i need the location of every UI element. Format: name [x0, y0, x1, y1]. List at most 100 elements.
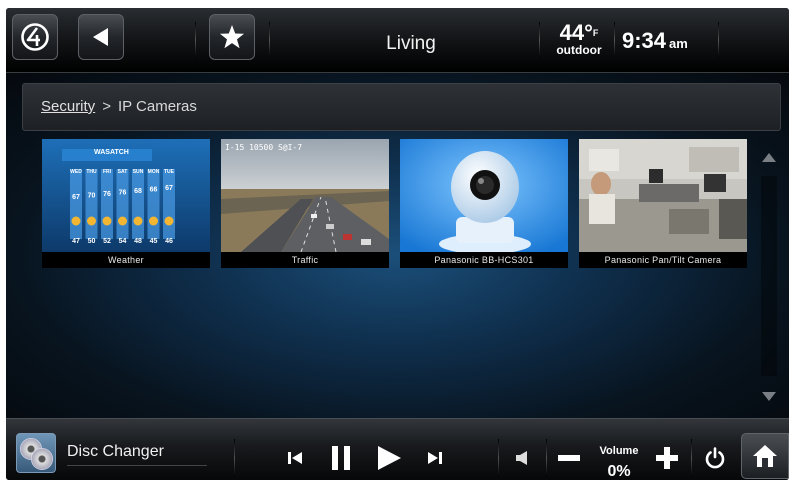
mute-button[interactable]	[510, 441, 534, 475]
forecast-high-label: 67	[72, 194, 80, 201]
divider	[691, 439, 692, 477]
logo-button[interactable]	[12, 14, 58, 60]
camera-label: Panasonic Pan/Tilt Camera	[579, 252, 747, 268]
skip-next-icon	[428, 452, 442, 464]
scroll-up-icon[interactable]	[762, 153, 776, 162]
weather-thumbnail: WED 67 47 THU 70 50 FRI 76 52 SAT 76 54 SUN 68 48 MON 66…	[42, 139, 210, 252]
breadcrumb: Security > IP Cameras	[41, 98, 197, 115]
forecast-low-label: 50	[88, 238, 96, 245]
breadcrumb-security-link[interactable]: Security	[41, 98, 95, 115]
camera-label: Weather	[42, 252, 210, 268]
forecast-high-label: 70	[88, 193, 96, 200]
sun-icon	[149, 216, 158, 226]
sun-icon	[71, 216, 81, 226]
plus-icon	[656, 447, 678, 469]
home-icon	[753, 445, 777, 467]
device-frame: Living 44°F outdoor 9:34 am Security > IP C…	[0, 0, 794, 485]
divider	[234, 439, 235, 477]
forecast-day-label: TUE	[164, 169, 175, 175]
control4-logo-icon	[21, 23, 49, 51]
divider	[539, 22, 540, 58]
camera-tile-panasonic-pan-tilt[interactable]: Panasonic Pan/Tilt Camera	[579, 139, 747, 268]
divider	[498, 439, 499, 477]
source-underline	[67, 465, 207, 466]
forecast-low-label: 46	[165, 238, 173, 245]
forecast-day-label: FRI	[103, 169, 112, 175]
pause-icon	[332, 446, 350, 470]
divider	[614, 22, 615, 58]
panasonic-bb-thumbnail	[400, 139, 568, 252]
room-name[interactable]: Living	[346, 33, 476, 55]
next-track-button[interactable]	[422, 441, 448, 475]
forecast-day-label: WED	[70, 169, 82, 175]
forecast-high-label: 66	[150, 187, 158, 194]
tile-scrollbar[interactable]	[758, 148, 780, 406]
divider	[546, 439, 547, 477]
pause-button[interactable]	[326, 441, 356, 475]
forecast-low-label: 45	[150, 238, 158, 245]
sun-icon	[118, 216, 127, 226]
pan-tilt-thumbnail	[579, 139, 747, 252]
volume-up-button[interactable]	[652, 441, 682, 475]
temperature-label: outdoor	[556, 43, 602, 57]
traffic-overlay: I-15 10500 S@I-7	[225, 143, 303, 152]
forecast-low-label: 48	[134, 238, 142, 245]
forecast-day-label: SAT	[118, 169, 128, 175]
forecast-low-label: 47	[72, 238, 80, 245]
forecast-day-label: SUN	[133, 169, 144, 175]
camera-tile-weather[interactable]: WED 67 47 THU 70 50 FRI 76 52 SAT 76 54 SUN 68 48 MON 66…	[42, 139, 210, 268]
volume-value: 0%	[607, 463, 631, 480]
previous-track-button[interactable]	[282, 441, 308, 475]
back-arrow-icon	[93, 28, 108, 46]
play-button[interactable]	[372, 441, 406, 475]
clock: 9:34 am	[622, 28, 688, 54]
power-button[interactable]	[700, 441, 730, 475]
forecast-low-label: 54	[119, 238, 127, 245]
play-icon	[378, 446, 401, 470]
forecast-column	[70, 169, 82, 239]
disc-changer-icon[interactable]	[16, 433, 56, 473]
skip-previous-icon	[288, 452, 302, 464]
forecast-column	[101, 169, 113, 239]
breadcrumb-separator: >	[102, 98, 111, 115]
home-button[interactable]	[741, 433, 789, 479]
camera-tile-traffic[interactable]: I-15 10500 S@I-7 Traffic	[221, 139, 389, 268]
power-icon	[705, 447, 725, 469]
scroll-down-icon[interactable]	[762, 392, 776, 401]
sun-icon	[87, 216, 96, 226]
divider	[195, 22, 196, 58]
clock-time: 9:34	[622, 28, 667, 53]
source-name[interactable]: Disc Changer	[67, 443, 164, 461]
forecast-column	[116, 169, 129, 239]
divider	[718, 22, 719, 58]
minus-icon	[558, 455, 580, 461]
breadcrumb-current: IP Cameras	[117, 98, 197, 115]
volume-down-button[interactable]	[554, 441, 584, 475]
breadcrumb-bar: Security > IP Cameras	[22, 83, 781, 131]
sun-icon	[133, 216, 143, 226]
top-bar: Living 44°F outdoor 9:34 am	[6, 8, 789, 73]
clock-ampm: am	[669, 36, 688, 51]
back-button[interactable]	[78, 14, 124, 60]
divider	[269, 22, 270, 58]
temperature-unit: F	[592, 28, 599, 38]
forecast-column	[147, 169, 160, 239]
traffic-thumbnail: I-15 10500 S@I-7	[221, 139, 389, 252]
volume-label: Volume	[599, 445, 639, 457]
sun-icon	[164, 216, 174, 226]
forecast-column	[163, 169, 175, 239]
forecast-high-label: 76	[119, 190, 127, 197]
scroll-track[interactable]	[761, 176, 777, 376]
favorites-button[interactable]	[209, 14, 255, 60]
screen: Living 44°F outdoor 9:34 am Security > IP C…	[6, 8, 789, 480]
forecast-high-label: 68	[134, 188, 142, 195]
forecast-day-label: MON	[148, 169, 160, 175]
forecast-high-label: 67	[165, 185, 173, 192]
forecast-column	[132, 169, 144, 239]
star-icon	[220, 25, 244, 49]
camera-label: Traffic	[221, 252, 389, 268]
forecast-day-label: THU	[86, 169, 97, 175]
camera-tile-panasonic-bb-hcs301[interactable]: Panasonic BB-HCS301	[400, 139, 568, 268]
sun-icon	[102, 216, 112, 226]
forecast-high-label: 76	[103, 191, 111, 198]
